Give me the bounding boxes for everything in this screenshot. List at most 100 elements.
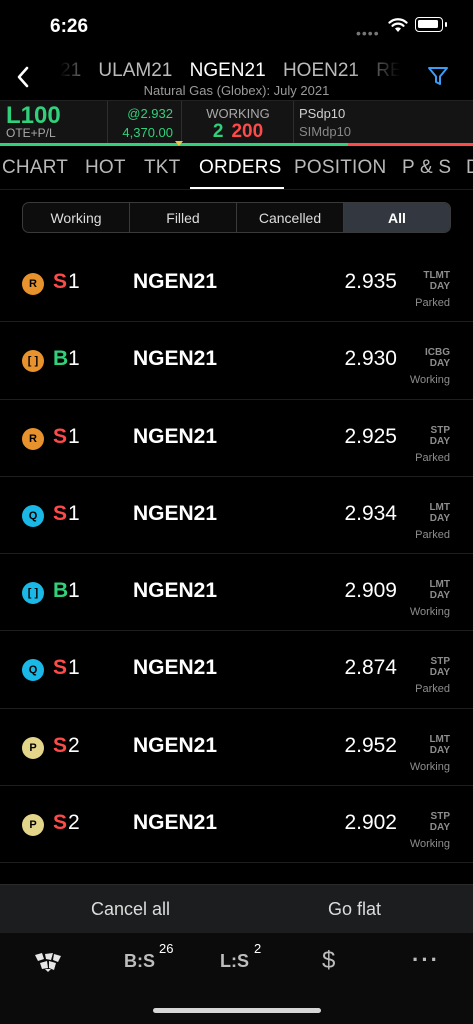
battery-icon [415,17,443,32]
tab-chart[interactable]: CHART [2,157,68,179]
orders-list: R S 1 NGEN21 2.935 TLMT DAY Parked [ ] B … [0,245,473,864]
contract-subtitle: Natural Gas (Globex): July 2021 [143,83,330,98]
active-tab-indicator [190,187,284,189]
order-row[interactable]: P S 2 NGEN21 2.952 LMT DAY Working [0,709,473,787]
order-row[interactable]: R S 1 NGEN21 2.935 TLMT DAY Parked [0,245,473,323]
order-qty: 1 [68,347,80,371]
order-status: Working [409,606,450,619]
status-bar: 6:26 •••• [0,0,473,54]
filter-cancelled[interactable]: Cancelled [237,203,344,232]
filter-button[interactable] [424,62,452,90]
order-qty: 2 [68,811,80,835]
bs-label: B:S [124,951,155,971]
status-time: 6:26 [50,16,89,37]
order-symbol: NGEN21 [133,270,218,293]
order-row[interactable]: [ ] B 1 NGEN21 2.930 ICBG DAY Working [0,322,473,400]
filter-working[interactable]: Working [23,203,130,232]
order-price: 2.902 [344,811,397,835]
order-type: LMT [429,579,450,591]
tab-tkt[interactable]: TKT [144,157,181,179]
symbol-item[interactable]: 21 [60,60,81,82]
order-type: TLMT [423,270,450,281]
order-symbol: NGEN21 [133,501,218,525]
order-side: B [53,347,69,371]
symbol-item[interactable]: RE [376,60,400,82]
pl-label: OTE+P/L [6,126,56,140]
go-flat-button[interactable]: Go flat [328,899,381,920]
order-symbol: NGEN21 [133,347,218,371]
order-actions-bar: Cancel all Go flat [0,884,473,932]
order-row[interactable]: P S 2 NGEN21 2.902 STP DAY Working [0,786,473,864]
working-buy-count: 2 [212,121,224,142]
tab-p-and-s[interactable]: P & S [402,157,451,179]
tab-buy-sell[interactable]: B:S 26 [124,941,173,981]
logo-icon [35,953,61,972]
tab-more[interactable]: ··· [412,947,440,977]
order-row[interactable]: Q S 1 NGEN21 2.874 STP DAY Parked [0,631,473,709]
order-row[interactable]: R S 1 NGEN21 2.925 STP DAY Parked [0,400,473,477]
order-price: 2.874 [344,656,397,680]
home-indicator [153,1008,321,1013]
tab-long-short[interactable]: L:S 2 [220,941,261,981]
order-side: B [53,579,69,603]
order-price: 2.909 [344,579,397,603]
order-tif: DAY [429,590,450,602]
filter-all[interactable]: All [344,203,450,232]
order-type: STP [430,424,450,436]
symbol-header: 21 ULAM21 NGEN21 HOEN21 RE Natural Gas (… [0,54,473,100]
order-badge: P [22,814,44,837]
last-price: @2.932 [127,106,173,121]
order-side: S [53,733,68,757]
order-symbol: NGEN21 [133,424,218,448]
order-type: STP [430,811,450,823]
tab-dollar[interactable]: $ [322,947,335,977]
order-symbol: NGEN21 [133,811,218,835]
ls-count-badge: 2 [254,941,262,956]
order-tif: DAY [429,744,450,756]
order-badge: Q [22,659,44,682]
account-b: SIMdp10 [299,124,352,139]
order-badge: R [22,427,44,450]
order-type: LMT [429,501,450,513]
order-side: S [53,656,68,680]
working-sell-count: 200 [231,121,264,142]
order-row[interactable]: Q S 1 NGEN21 2.934 LMT DAY Parked [0,477,473,555]
order-price: 2.925 [344,424,397,448]
order-qty: 1 [68,270,80,293]
order-type: LMT [429,733,450,745]
symbol-item-active[interactable]: NGEN21 [190,60,266,82]
more-icon: ··· [412,947,440,972]
pl-value: 4,370.00 [122,125,173,140]
working-cell: WORKING 2 200 [182,101,294,143]
order-filter-segment: Working Filled Cancelled All [22,202,451,233]
order-badge: Q [22,504,44,527]
tab-position[interactable]: POSITION [294,157,386,179]
order-tif: DAY [429,358,450,370]
order-status: Working [409,760,450,773]
section-tabs: CHART HOT TKT ORDERS POSITION P & S D [0,146,473,190]
account-a: PSdp10 [299,106,346,121]
order-status: Working [409,838,450,851]
order-qty: 2 [68,733,80,757]
pl-cell: @2.932 4,370.00 [108,101,182,143]
cancel-all-button[interactable]: Cancel all [91,899,170,920]
bs-count-badge: 26 [159,941,174,956]
accounts-cell[interactable]: PSdp10 SIMdp10 [294,101,473,143]
symbol-item[interactable]: HOEN21 [283,60,359,82]
order-badge: P [22,736,44,759]
tab-orders[interactable]: ORDERS [199,157,282,179]
tab-home[interactable] [34,951,62,981]
order-row[interactable]: [ ] B 1 NGEN21 2.909 LMT DAY Working [0,554,473,632]
filter-filled[interactable]: Filled [130,203,237,232]
tab-d[interactable]: D [466,157,473,179]
account-cell[interactable]: L100 OTE+P/L [0,101,108,143]
dollar-icon: $ [322,947,336,974]
order-price: 2.935 [344,270,397,293]
order-symbol: NGEN21 [133,656,218,680]
order-qty: 1 [68,579,80,603]
tab-hot[interactable]: HOT [85,157,126,179]
account-summary[interactable]: L100 OTE+P/L @2.932 4,370.00 WORKING 2 20… [0,100,473,146]
funnel-icon [428,67,448,85]
symbol-item[interactable]: ULAM21 [98,60,172,82]
order-badge: [ ] [22,350,44,373]
